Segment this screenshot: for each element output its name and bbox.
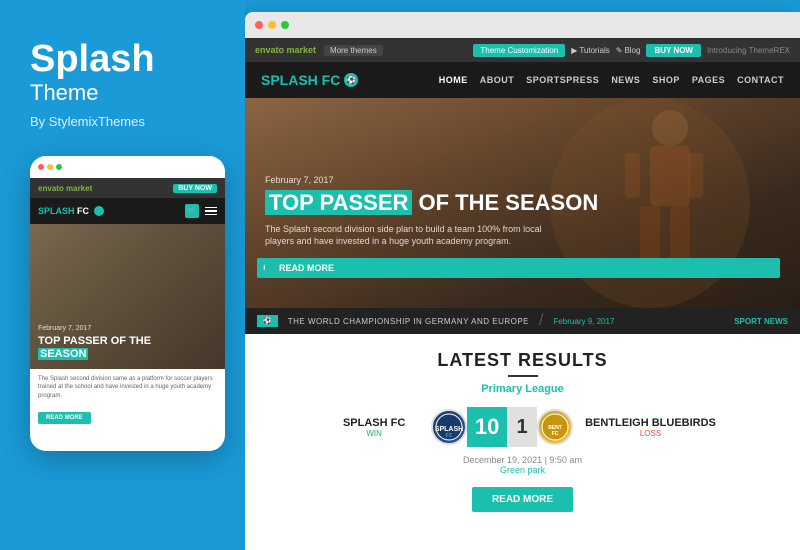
score-block: SPLASH FC 10 1 BENT FC: [431, 407, 573, 447]
mobile-headline-highlight: SEASON: [38, 348, 88, 360]
site-logo: SPLASH FC ⚽: [261, 72, 358, 88]
breaking-tag: SPORT NEWS: [734, 317, 788, 326]
results-read-more-button[interactable]: Read more: [472, 487, 573, 512]
hero-headline-part2: OF THE SEASON: [419, 190, 599, 215]
mobile-logo: SPLASH FC: [38, 206, 89, 216]
hero-description: The Splash second division side plan to …: [265, 223, 565, 248]
breaking-date: February 9, 2017: [553, 317, 614, 326]
svg-text:SPLASH: SPLASH: [435, 426, 463, 433]
nav-contact[interactable]: CONTACT: [737, 75, 784, 85]
mobile-dot-red: [38, 164, 44, 170]
envato-theme-custom[interactable]: Theme Customization: [473, 44, 565, 57]
mobile-headline-text: TOP PASSER OF THE: [38, 335, 151, 347]
nav-news[interactable]: NEWS: [611, 75, 640, 85]
away-team-result: LOSS: [640, 429, 661, 438]
hero-headline: TOP PASSER OF THE SEASON: [265, 191, 780, 215]
home-team-logo: SPLASH FC: [431, 409, 467, 445]
breaking-flag: ⚽: [257, 315, 278, 327]
mobile-content: The Splash second division same as a pla…: [30, 369, 225, 430]
theme-author: By StylemixThemes: [30, 114, 145, 129]
mobile-date: February 7, 2017: [38, 325, 217, 332]
away-team-logo: BENT FC: [537, 409, 573, 445]
hero-read-more-button[interactable]: READ MORE: [265, 258, 780, 278]
envato-theme-custom-label: Theme Customization: [480, 46, 558, 55]
mobile-logo-ball: [94, 206, 104, 216]
mobile-hero: February 7, 2017 TOP PASSER OF THE SEASO…: [30, 224, 225, 369]
envato-center: Theme Customization ▶ Tutorials ✎ Blog B…: [473, 44, 790, 57]
site-nav: HOME ABOUT SPORTSPRESS NEWS SHOP PAGES C…: [439, 75, 784, 85]
svg-text:FC: FC: [446, 433, 453, 439]
home-team-block: SPLASH FC WIN: [329, 417, 419, 438]
away-team-name: BENTLEIGH BLUEBIRDS: [585, 417, 716, 429]
nav-shop[interactable]: SHOP: [652, 75, 680, 85]
play-icon: ▶: [571, 46, 577, 55]
match-row: SPLASH FC WIN SPLASH FC 10 1: [265, 407, 780, 447]
envato-topbar: envato market More themes Theme Customiz…: [245, 38, 800, 62]
nav-pages[interactable]: PAGES: [692, 75, 725, 85]
nav-home[interactable]: HOME: [439, 75, 468, 85]
breaking-text: THE WORLD CHAMPIONSHIP IN GERMANY AND EU…: [288, 317, 529, 326]
right-panel: envato market More themes Theme Customiz…: [245, 12, 800, 550]
tutorials-label: Tutorials: [579, 46, 609, 55]
mobile-cart-icon[interactable]: 🛒: [185, 204, 199, 218]
results-title: LATEST RESULTS: [437, 350, 607, 371]
mobile-read-more-button[interactable]: READ MORE: [38, 412, 91, 424]
match-datetime: December 19, 2021 | 9:50 am: [463, 455, 582, 465]
envato-more-themes[interactable]: More themes: [324, 45, 383, 56]
match-info: December 19, 2021 | 9:50 am Green park: [463, 455, 582, 475]
mobile-headline: TOP PASSER OF THE SEASON: [38, 335, 217, 361]
mobile-dot-yellow: [47, 164, 53, 170]
blog-icon: ✎: [616, 46, 623, 55]
breaking-news-bar: ⚽ THE WORLD CHAMPIONSHIP IN GERMANY AND …: [245, 308, 800, 334]
browser-chrome: [245, 12, 800, 38]
envato-logo: envato market: [255, 45, 316, 55]
mobile-content-text: The Splash second division same as a pla…: [38, 375, 217, 400]
desktop-site: envato market More themes Theme Customiz…: [245, 38, 800, 550]
logo-ball-icon: ⚽: [344, 73, 358, 87]
breaking-divider: /: [539, 312, 543, 330]
mobile-envato-bar: envato market BUY NOW: [30, 178, 225, 198]
score-separator: 1: [507, 407, 537, 447]
envato-buy-button[interactable]: BUY NOW: [646, 44, 701, 57]
envato-left: envato market More themes: [255, 45, 383, 56]
mobile-envato-logo: envato market: [38, 184, 92, 193]
mobile-nav-icons: 🛒: [185, 204, 217, 218]
home-score: 10: [467, 407, 507, 447]
results-divider: [508, 375, 538, 377]
mobile-browser-chrome: [30, 156, 225, 178]
mobile-nav-bar: SPLASH FC 🛒: [30, 198, 225, 224]
nav-about[interactable]: ABOUT: [480, 75, 515, 85]
logo-splash: SPLASH FC: [261, 72, 340, 88]
theme-subtitle: Theme: [30, 80, 98, 106]
blog-label: Blog: [624, 46, 640, 55]
envato-blog[interactable]: ✎ Blog: [616, 46, 641, 55]
mobile-mockup: envato market BUY NOW SPLASH FC 🛒 Februa…: [30, 156, 225, 451]
theme-title: Splash: [30, 40, 155, 78]
mobile-menu-icon[interactable]: [205, 207, 217, 216]
results-league: Primary League: [481, 383, 564, 395]
hero-date: February 7, 2017: [265, 175, 780, 185]
home-team-name: SPLASH FC: [343, 417, 405, 429]
browser-dot-yellow[interactable]: [268, 21, 276, 29]
nav-sportspress[interactable]: SPORTSPRESS: [526, 75, 599, 85]
left-panel: Splash Theme By StylemixThemes envato ma…: [0, 0, 245, 550]
mobile-dot-green: [56, 164, 62, 170]
results-section: LATEST RESULTS Primary League SPLASH FC …: [245, 334, 800, 550]
site-header: SPLASH FC ⚽ HOME ABOUT SPORTSPRESS NEWS …: [245, 62, 800, 98]
envato-tutorials[interactable]: ▶ Tutorials: [571, 46, 610, 55]
browser-dot-red[interactable]: [255, 21, 263, 29]
mobile-logo-colored: SPLASH: [38, 206, 75, 216]
mobile-buy-button[interactable]: BUY NOW: [173, 184, 217, 193]
svg-text:FC: FC: [552, 431, 559, 437]
away-team-block: BENTLEIGH BLUEBIRDS LOSS: [585, 417, 716, 438]
hero-headline-part1: TOP PASSER: [265, 190, 412, 215]
home-team-result: WIN: [366, 429, 382, 438]
hero-section: ⚙ February 7, 2017 TOP PASSER OF THE SEA…: [245, 98, 800, 308]
envato-right-text: Introducing ThemeREX: [707, 46, 790, 55]
browser-dot-green[interactable]: [281, 21, 289, 29]
match-venue: Green park: [463, 465, 582, 475]
